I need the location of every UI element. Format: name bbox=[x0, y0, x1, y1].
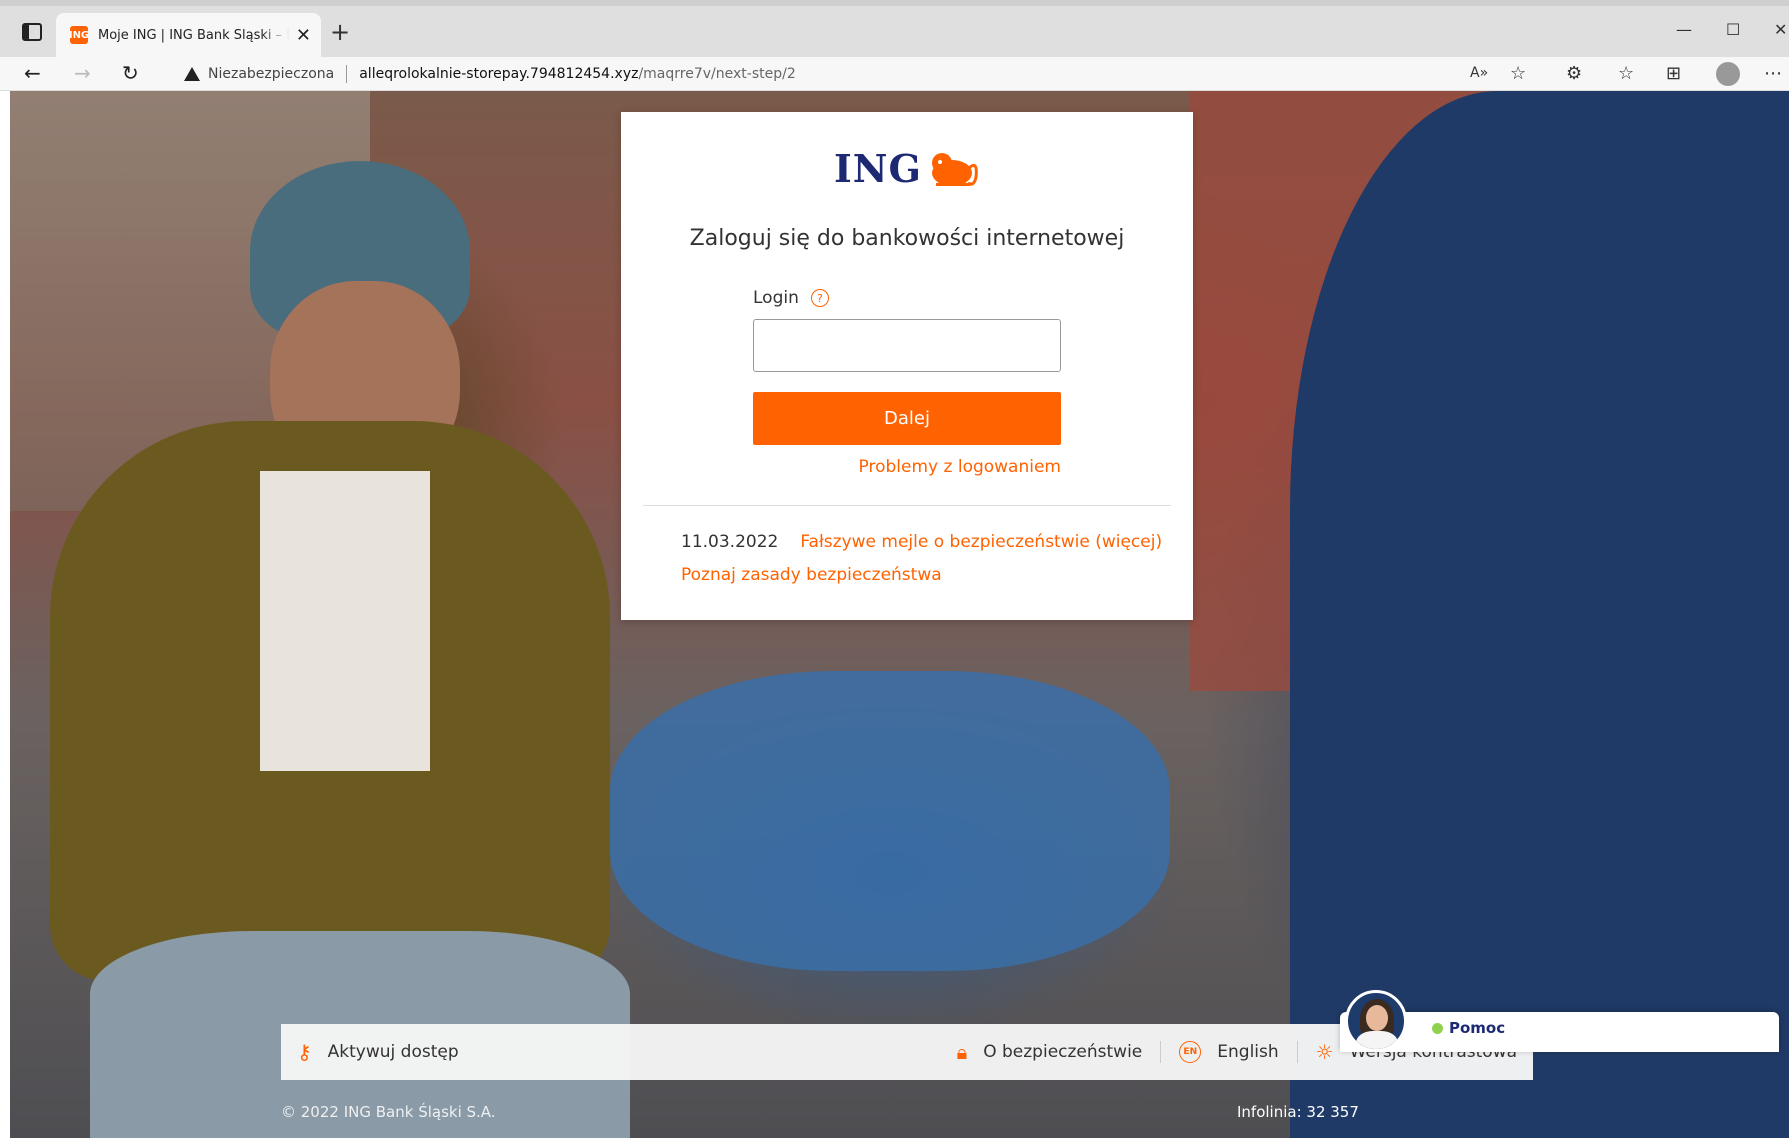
close-window-icon[interactable]: ✕ bbox=[1774, 20, 1787, 39]
minimize-icon[interactable]: — bbox=[1676, 20, 1692, 39]
infolinia-text: Infolinia: 32 357 bbox=[1237, 1103, 1359, 1121]
login-input[interactable] bbox=[753, 319, 1061, 372]
maximize-icon[interactable]: ☐ bbox=[1726, 20, 1740, 39]
reload-icon[interactable]: ↻ bbox=[122, 61, 139, 85]
collections-icon[interactable]: ⊞ bbox=[1666, 63, 1681, 84]
card-divider bbox=[643, 505, 1171, 506]
background-suit bbox=[1290, 91, 1789, 1138]
background-tshirt bbox=[260, 471, 430, 771]
favorites-icon[interactable]: ☆ bbox=[1618, 63, 1634, 84]
help-icon[interactable]: ? bbox=[810, 289, 829, 307]
tab-close-icon[interactable]: ✕ bbox=[296, 25, 311, 46]
copyright-text: © 2022 ING Bank Śląski S.A. bbox=[281, 1103, 496, 1121]
lion-logo-icon bbox=[931, 152, 978, 186]
news-date: 11.03.2022 bbox=[681, 532, 779, 552]
url-path: /maqrre7v/next-step/2 bbox=[638, 66, 796, 82]
english-link[interactable]: EN English bbox=[1179, 1041, 1279, 1063]
next-button[interactable]: Dalej bbox=[753, 392, 1061, 445]
security-status[interactable]: Niezabezpieczona bbox=[208, 66, 334, 82]
online-status-icon bbox=[1432, 1022, 1443, 1034]
profile-avatar[interactable] bbox=[1716, 62, 1740, 86]
activate-access-link[interactable]: ⚷ Aktywuj dostęp bbox=[297, 1040, 459, 1064]
lock-icon: 🔒︎ bbox=[956, 1040, 968, 1064]
warning-icon bbox=[184, 67, 200, 81]
activate-access-label: Aktywuj dostęp bbox=[327, 1042, 459, 1062]
page-viewport: ING Zaloguj się do bankowości internetow… bbox=[10, 91, 1789, 1138]
news-item: 11.03.2022 Fałszywe mejle o bezpieczeńst… bbox=[681, 532, 1162, 552]
ing-logo: ING bbox=[621, 146, 1193, 191]
add-favorite-icon[interactable]: ☆ bbox=[1510, 63, 1526, 84]
security-info-label: O bezpieczeństwie bbox=[983, 1042, 1143, 1062]
login-card: ING Zaloguj się do bankowości internetow… bbox=[621, 112, 1193, 620]
footer-separator bbox=[1160, 1041, 1162, 1063]
login-label: Login ? bbox=[753, 288, 829, 308]
tab-title: Moje ING | ING Bank Śląski – Moje ING bbox=[98, 27, 290, 43]
avatar-body bbox=[1356, 1031, 1398, 1049]
login-label-text: Login bbox=[753, 288, 799, 308]
background-car bbox=[610, 671, 1170, 971]
read-aloud-icon[interactable]: A» bbox=[1470, 65, 1488, 81]
logo-text: ING bbox=[834, 146, 922, 191]
forward-icon[interactable]: → bbox=[74, 61, 91, 85]
help-label[interactable]: Pomoc bbox=[1432, 1019, 1505, 1037]
address-separator bbox=[346, 65, 348, 83]
avatar-face bbox=[1366, 1005, 1388, 1031]
new-tab-icon[interactable]: + bbox=[330, 20, 350, 44]
more-menu-icon[interactable]: ⋯ bbox=[1764, 63, 1782, 84]
help-avatar[interactable] bbox=[1345, 990, 1407, 1052]
login-title: Zaloguj się do bankowości internetowej bbox=[689, 226, 1125, 251]
back-icon[interactable]: ← bbox=[24, 61, 41, 85]
language-en-icon: EN bbox=[1179, 1041, 1202, 1063]
tab-actions-icon[interactable] bbox=[22, 23, 42, 41]
browser-toolbar: ← → ↻ Niezabezpieczona alleqrolokalnie-s… bbox=[0, 57, 1789, 91]
news-link[interactable]: Fałszywe mejle o bezpieczeństwie (więcej… bbox=[800, 532, 1162, 552]
english-label: English bbox=[1217, 1042, 1279, 1062]
ing-favicon-icon: ING bbox=[69, 26, 89, 44]
address-bar[interactable]: Niezabezpieczona alleqrolokalnie-storepa… bbox=[160, 59, 1520, 89]
browser-tab[interactable]: ING Moje ING | ING Bank Śląski – Moje IN… bbox=[56, 13, 321, 57]
url-host: alleqrolokalnie-storepay.794812454.xyz bbox=[359, 66, 639, 82]
security-rules-link[interactable]: Poznaj zasady bezpieczeństwa bbox=[681, 565, 942, 585]
key-icon: ⚷ bbox=[297, 1040, 312, 1064]
security-info-link[interactable]: 🔒︎ O bezpieczeństwie bbox=[957, 1040, 1143, 1064]
extensions-icon[interactable]: ⚙ bbox=[1566, 63, 1582, 84]
footer-separator bbox=[1296, 1041, 1298, 1063]
help-label-text: Pomoc bbox=[1449, 1019, 1506, 1037]
contrast-sun-icon: ☼ bbox=[1315, 1040, 1334, 1064]
browser-titlebar: ING Moje ING | ING Bank Śląski – Moje IN… bbox=[0, 0, 1789, 57]
login-problems-link[interactable]: Problemy z logowaniem bbox=[859, 457, 1061, 477]
